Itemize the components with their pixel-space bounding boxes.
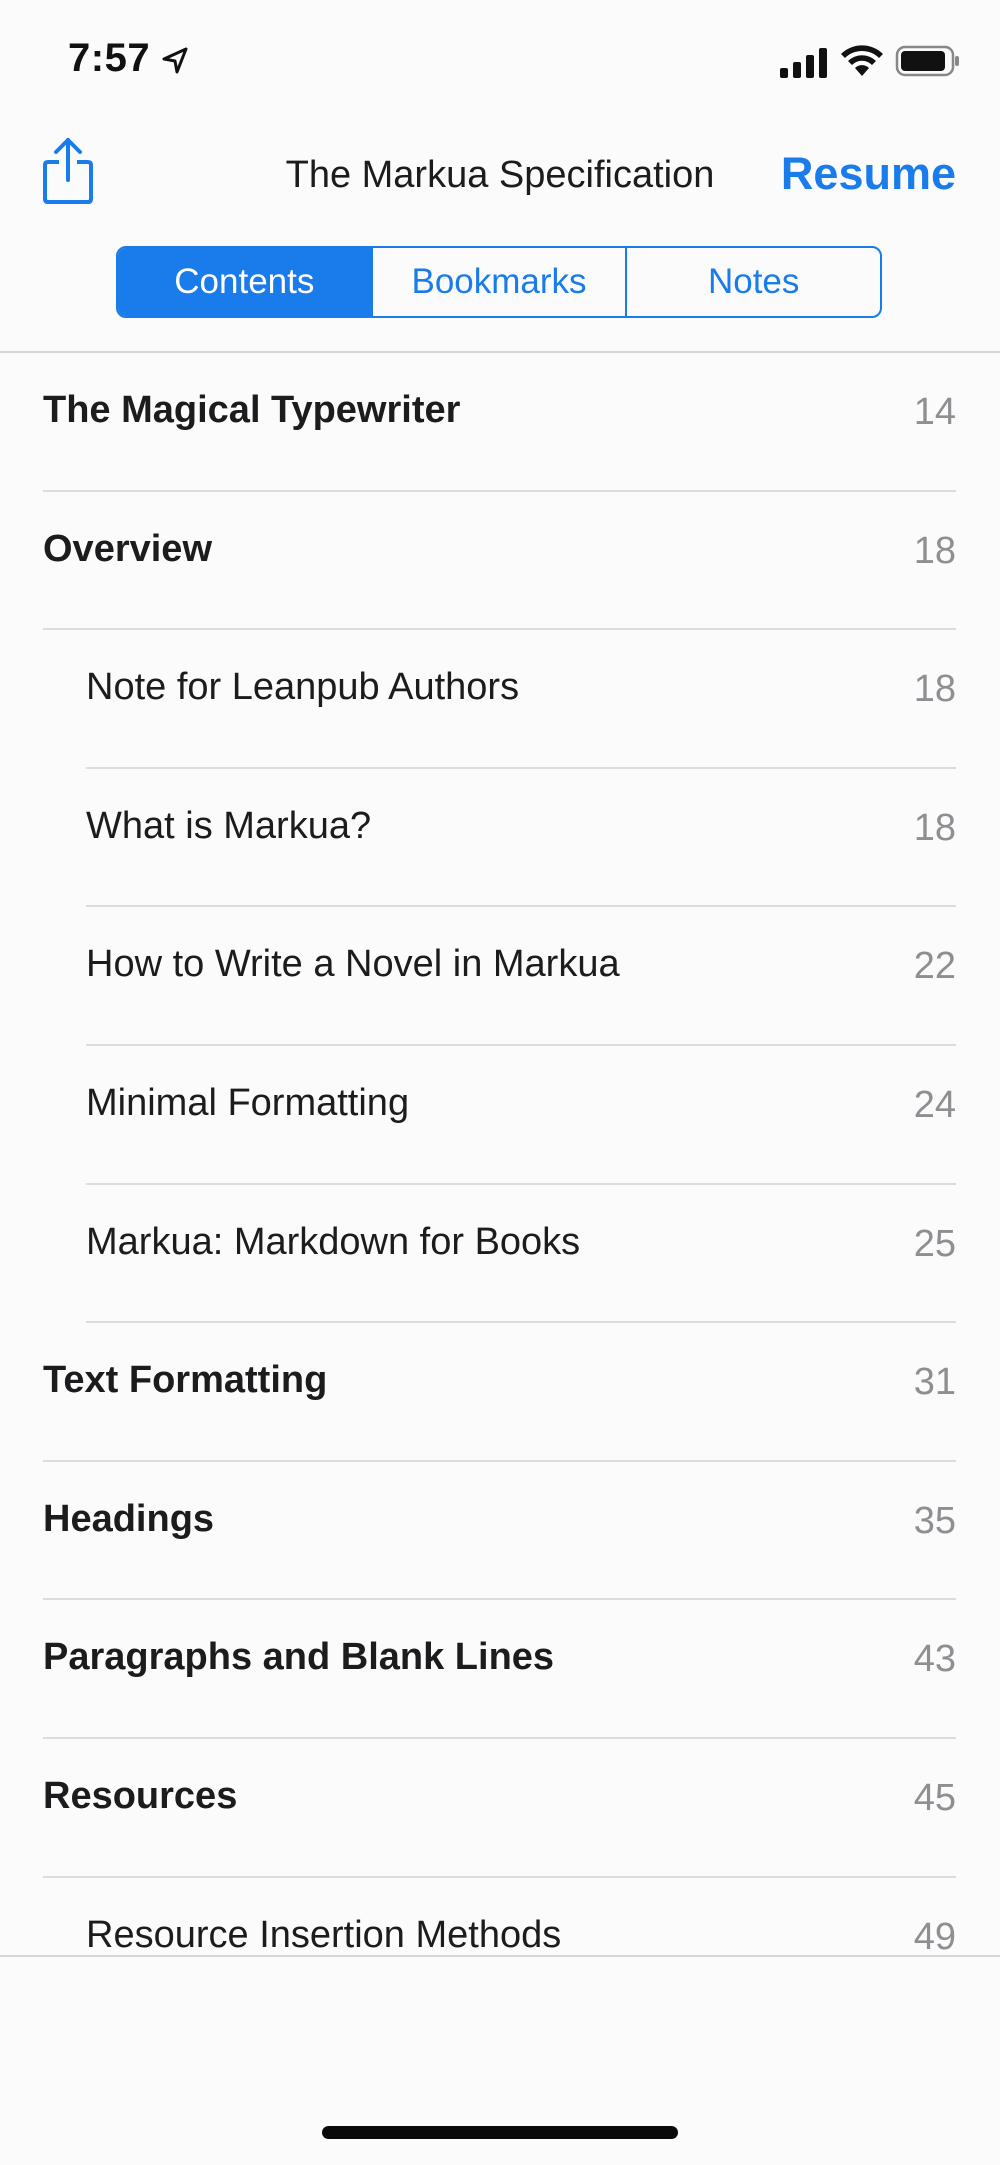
toc-row[interactable]: How to Write a Novel in Markua 22 (0, 907, 1000, 1046)
toc-title: Overview (43, 527, 212, 570)
navigation-bar: The Markua Specification Resume (0, 120, 1000, 230)
toc-page-number: 31 (913, 1361, 956, 1404)
toc-title: Text Formatting (43, 1359, 328, 1402)
resume-button[interactable]: Resume (781, 148, 956, 200)
tab-bookmarks[interactable]: Bookmarks (370, 248, 626, 316)
toc-page-number: 14 (913, 391, 956, 433)
toc-title: Markua: Markdown for Books (86, 1220, 581, 1263)
location-arrow-icon (162, 47, 188, 74)
book-title: The Markua Specification (285, 154, 715, 196)
toc-page-number: 35 (913, 1499, 956, 1542)
toc-row[interactable]: What is Markua? 18 (0, 769, 1000, 908)
home-indicator[interactable] (322, 2126, 678, 2139)
status-bar: 7:57 (0, 0, 1000, 120)
toc-row[interactable]: The Magical Typewriter 14 (0, 353, 1000, 492)
toc-page-number: 18 (913, 668, 956, 711)
toc-title: Resources (43, 1774, 238, 1817)
toc-page-number: 45 (913, 1776, 956, 1819)
toc-page-number: 49 (913, 1915, 956, 1955)
share-icon[interactable] (40, 136, 96, 206)
bottom-divider (0, 1955, 1000, 1957)
toc-page-number: 18 (913, 529, 956, 572)
toc-row[interactable]: Paragraphs and Blank Lines 43 (0, 1600, 1000, 1739)
toc-row[interactable]: Text Formatting 31 (0, 1323, 1000, 1462)
toc-page-number: 25 (913, 1222, 956, 1265)
toc-title: Headings (43, 1497, 215, 1540)
toc-title: How to Write a Novel in Markua (86, 943, 620, 986)
toc-title: Paragraphs and Blank Lines (43, 1636, 555, 1679)
toc-row[interactable]: Headings 35 (0, 1462, 1000, 1601)
battery-icon (895, 45, 959, 77)
toc-row[interactable]: Minimal Formatting 24 (0, 1046, 1000, 1185)
toc-page-number: 43 (913, 1638, 956, 1681)
toc-title: The Magical Typewriter (43, 389, 461, 431)
toc-page-number: 24 (913, 1083, 956, 1126)
toc-row[interactable]: Resources 45 (0, 1739, 1000, 1878)
toc-row[interactable]: Markua: Markdown for Books 25 (0, 1185, 1000, 1324)
contents-list[interactable]: The Magical Typewriter 14 Overview 18 No… (0, 353, 1000, 1955)
toc-title: What is Markua? (86, 804, 372, 847)
toc-row[interactable]: Overview 18 (0, 492, 1000, 631)
view-segmented-control: Contents Bookmarks Notes (116, 246, 882, 318)
status-time: 7:57 (68, 36, 151, 80)
wifi-icon (841, 45, 883, 76)
toc-row[interactable]: Note for Leanpub Authors 18 (0, 630, 1000, 769)
toc-title: Resource Insertion Methods (86, 1913, 562, 1955)
toc-page-number: 18 (913, 806, 956, 849)
tab-notes[interactable]: Notes (625, 248, 880, 316)
toc-title: Minimal Formatting (86, 1081, 410, 1124)
toc-page-number: 22 (913, 945, 956, 988)
toc-row[interactable]: Resource Insertion Methods 49 (0, 1878, 1000, 1955)
toc-title: Note for Leanpub Authors (86, 666, 520, 709)
tab-contents[interactable]: Contents (118, 248, 371, 316)
cellular-signal-icon (780, 48, 827, 78)
